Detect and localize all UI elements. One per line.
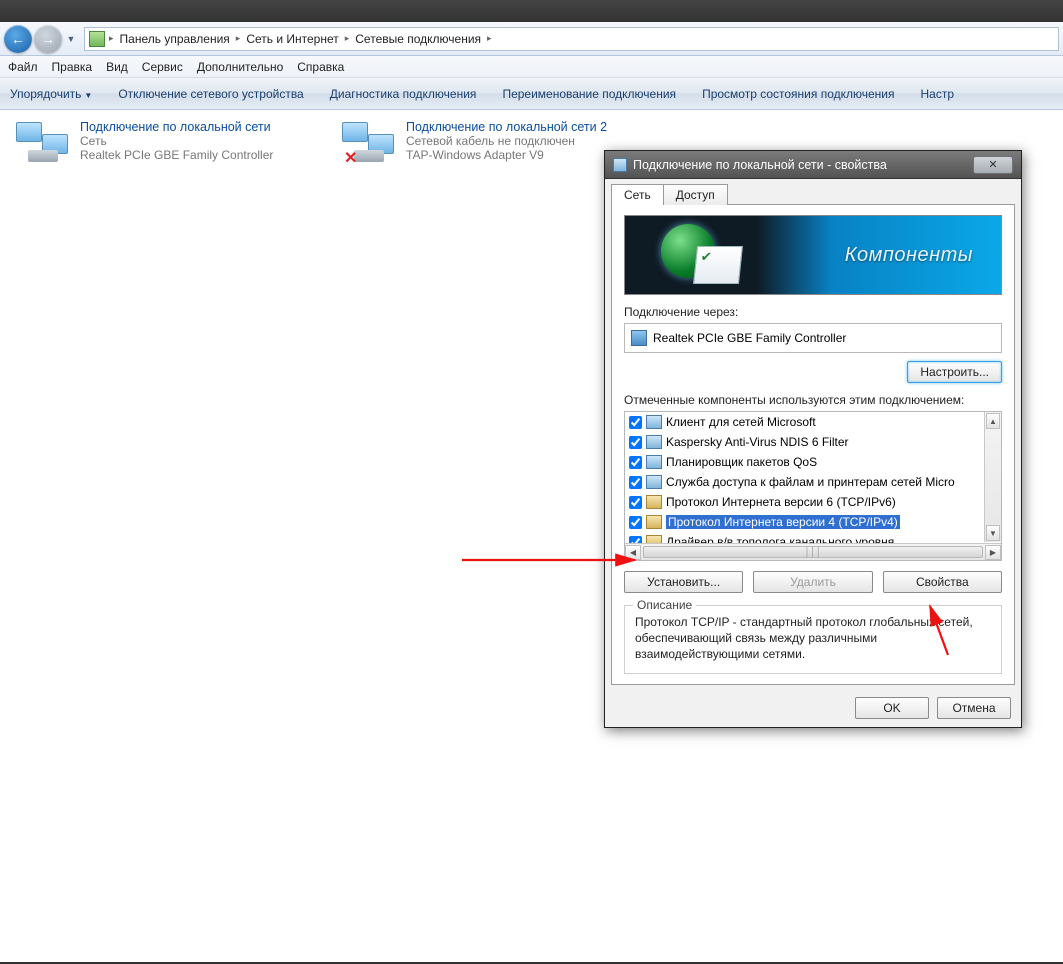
component-row[interactable]: Kaspersky Anti-Virus NDIS 6 Filter: [625, 432, 984, 452]
cmd-diagnose[interactable]: Диагностика подключения: [330, 87, 477, 101]
adapter-name: Realtek PCIe GBE Family Controller: [653, 331, 846, 345]
breadcrumb-item[interactable]: Сеть и Интернет: [240, 32, 344, 46]
menu-view[interactable]: Вид: [106, 60, 128, 74]
navigation-bar: ← → ▼ ▸ Панель управления ▸ Сеть и Интер…: [0, 22, 1063, 56]
network-icon: ✕: [340, 120, 398, 166]
component-label: Клиент для сетей Microsoft: [666, 415, 816, 429]
component-checkbox[interactable]: [629, 476, 642, 489]
component-row[interactable]: Планировщик пакетов QoS: [625, 452, 984, 472]
scroll-right-icon[interactable]: ▶: [985, 545, 1001, 560]
scroll-thumb[interactable]: │││: [643, 546, 983, 558]
component-label: Протокол Интернета версии 6 (TCP/IPv6): [666, 495, 896, 509]
component-label: Протокол Интернета версии 4 (TCP/IPv4): [666, 515, 900, 529]
cmd-organize[interactable]: Упорядочить▼: [10, 87, 92, 101]
component-checkbox[interactable]: [629, 416, 642, 429]
close-button[interactable]: ✕: [973, 156, 1013, 174]
cmd-settings[interactable]: Настр: [921, 87, 955, 101]
component-icon: [646, 515, 662, 529]
component-row[interactable]: Служба доступа к файлам и принтерам сете…: [625, 472, 984, 492]
component-icon: [646, 415, 662, 429]
cmd-rename[interactable]: Переименование подключения: [502, 87, 676, 101]
component-checkbox[interactable]: [629, 436, 642, 449]
description-group: Описание Протокол TCP/IP - стандартный п…: [624, 605, 1002, 674]
location-icon: [89, 31, 105, 47]
component-icon: [646, 495, 662, 509]
adapter-icon: [631, 330, 647, 346]
component-label: Служба доступа к файлам и принтерам сете…: [666, 475, 955, 489]
scroll-down-icon[interactable]: ▼: [986, 525, 1000, 541]
banner-label: Компоненты: [845, 244, 973, 267]
vertical-scrollbar[interactable]: ▲ ▼: [984, 412, 1001, 542]
connection-item[interactable]: Подключение по локальной сети Сеть Realt…: [14, 120, 273, 166]
back-button[interactable]: ←: [4, 25, 32, 53]
cmd-disable-device[interactable]: Отключение сетевого устройства: [118, 87, 303, 101]
component-label: Kaspersky Anti-Virus NDIS 6 Filter: [666, 435, 849, 449]
connection-device: TAP-Windows Adapter V9: [406, 148, 607, 162]
properties-button[interactable]: Свойства: [883, 571, 1002, 593]
tab-access[interactable]: Доступ: [663, 184, 728, 205]
history-dropdown[interactable]: ▼: [64, 29, 78, 49]
connection-title: Подключение по локальной сети: [80, 120, 273, 134]
breadcrumb-item[interactable]: Сетевые подключения: [349, 32, 487, 46]
component-checkbox[interactable]: [629, 456, 642, 469]
cmd-view-status[interactable]: Просмотр состояния подключения: [702, 87, 894, 101]
window-titlebar: [0, 0, 1063, 22]
breadcrumb-sep: ▸: [487, 33, 492, 44]
connection-item[interactable]: ✕ Подключение по локальной сети 2 Сетево…: [340, 120, 607, 166]
component-icon: [646, 455, 662, 469]
cancel-button[interactable]: Отмена: [937, 697, 1011, 719]
component-row[interactable]: Клиент для сетей Microsoft: [625, 412, 984, 432]
connection-status: Сеть: [80, 134, 273, 148]
scroll-up-icon[interactable]: ▲: [986, 413, 1000, 429]
components-banner: Компоненты: [624, 215, 1002, 295]
component-row[interactable]: Протокол Интернета версии 6 (TCP/IPv6): [625, 492, 984, 512]
dialog-titlebar[interactable]: Подключение по локальной сети - свойства…: [605, 151, 1021, 179]
scroll-left-icon[interactable]: ◀: [625, 545, 641, 560]
menu-tools[interactable]: Сервис: [142, 60, 183, 74]
properties-dialog: Подключение по локальной сети - свойства…: [604, 150, 1022, 728]
dialog-title: Подключение по локальной сети - свойства: [633, 158, 973, 172]
component-icon: [646, 475, 662, 489]
disconnected-icon: ✕: [344, 148, 357, 168]
breadcrumb-item[interactable]: Панель управления: [114, 32, 236, 46]
menu-extra[interactable]: Дополнительно: [197, 60, 283, 74]
content-area: Подключение по локальной сети Сеть Realt…: [0, 110, 1063, 962]
address-bar[interactable]: ▸ Панель управления ▸ Сеть и Интернет ▸ …: [84, 27, 1059, 51]
description-legend: Описание: [633, 598, 696, 612]
command-bar: Упорядочить▼ Отключение сетевого устройс…: [0, 78, 1063, 110]
component-checkbox[interactable]: [629, 496, 642, 509]
menu-help[interactable]: Справка: [297, 60, 344, 74]
component-label: Планировщик пакетов QoS: [666, 455, 817, 469]
ok-button[interactable]: OK: [855, 697, 929, 719]
menu-edit[interactable]: Правка: [52, 60, 93, 74]
components-label: Отмеченные компоненты используются этим …: [624, 393, 1002, 407]
tab-network[interactable]: Сеть: [611, 184, 664, 205]
components-listbox[interactable]: Клиент для сетей Microsoft Kaspersky Anti…: [624, 411, 1002, 561]
adapter-mini-icon: [613, 158, 627, 172]
remove-button: Удалить: [753, 571, 872, 593]
forward-button[interactable]: →: [34, 25, 62, 53]
connect-via-label: Подключение через:: [624, 305, 1002, 319]
connection-device: Realtek PCIe GBE Family Controller: [80, 148, 273, 162]
menu-file[interactable]: Файл: [8, 60, 38, 74]
menu-bar: Файл Правка Вид Сервис Дополнительно Спр…: [0, 56, 1063, 78]
component-checkbox[interactable]: [629, 516, 642, 529]
configure-button[interactable]: Настроить...: [907, 361, 1002, 383]
tab-panel-network: Компоненты Подключение через: Realtek PC…: [611, 204, 1015, 685]
connection-title: Подключение по локальной сети 2: [406, 120, 607, 134]
checklist-icon: [693, 246, 743, 284]
install-button[interactable]: Установить...: [624, 571, 743, 593]
description-text: Протокол TCP/IP - стандартный протокол г…: [635, 614, 991, 663]
adapter-field: Realtek PCIe GBE Family Controller: [624, 323, 1002, 353]
horizontal-scrollbar[interactable]: ◀ │││ ▶: [625, 543, 1001, 560]
network-icon: [14, 120, 72, 166]
tab-strip: Сеть Доступ: [611, 183, 1021, 204]
component-row[interactable]: Протокол Интернета версии 4 (TCP/IPv4): [625, 512, 984, 532]
connection-status: Сетевой кабель не подключен: [406, 134, 607, 148]
component-icon: [646, 435, 662, 449]
